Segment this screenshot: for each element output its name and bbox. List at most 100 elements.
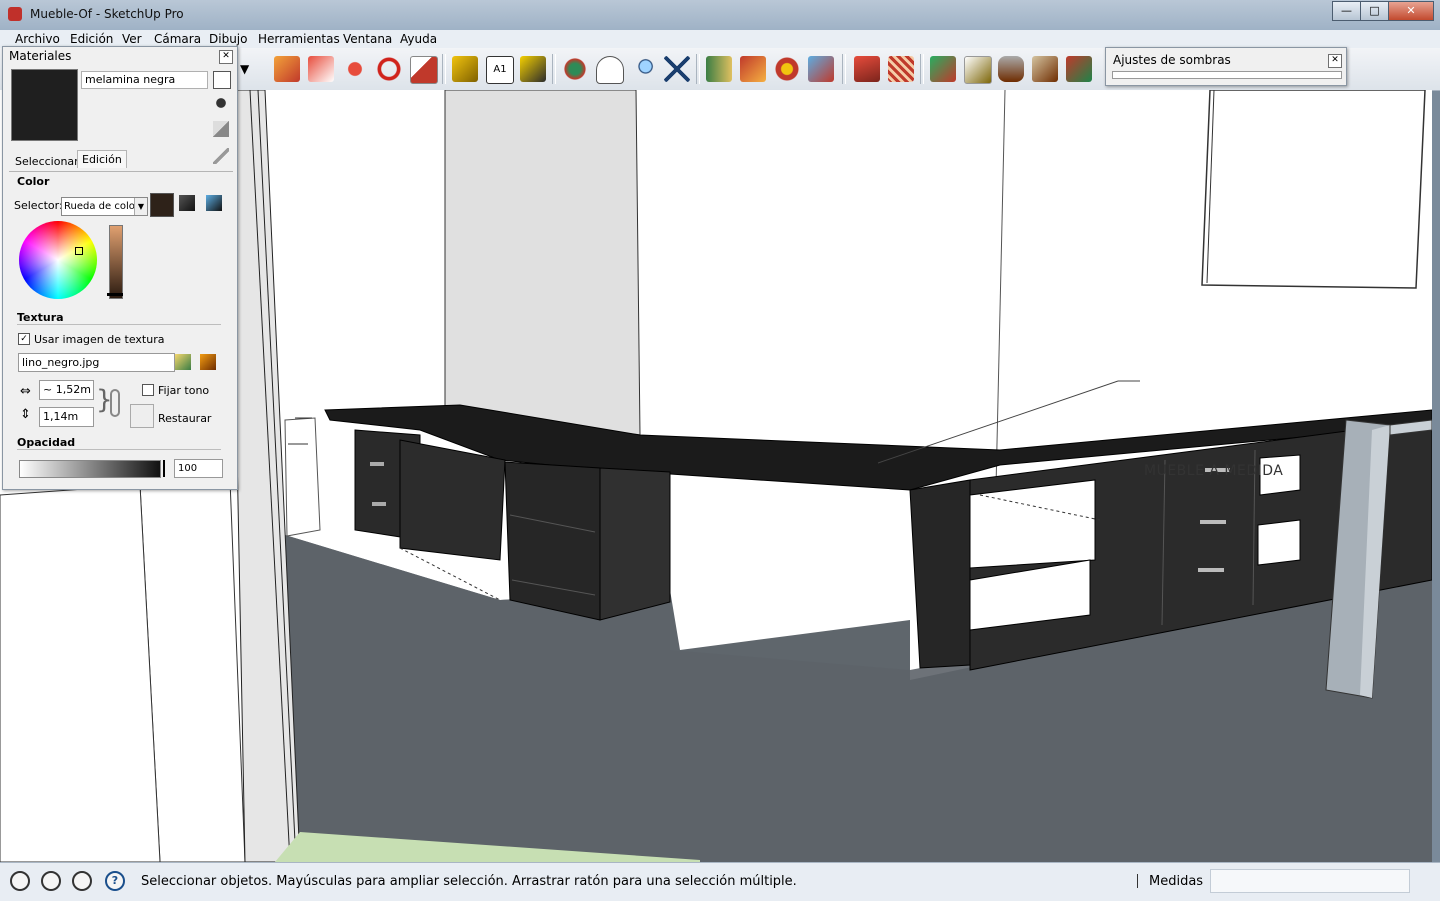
color-wheel-marker[interactable] bbox=[75, 247, 83, 255]
match-color-screen-icon[interactable] bbox=[206, 195, 222, 211]
smoove-icon[interactable] bbox=[930, 56, 956, 82]
sandbox-from-contours-icon[interactable] bbox=[854, 56, 880, 82]
chain-link-icon[interactable] bbox=[110, 389, 120, 417]
map-icon[interactable] bbox=[706, 56, 732, 82]
sketchup-logo-icon bbox=[8, 7, 22, 21]
divider bbox=[17, 449, 221, 450]
opacity-slider-handle[interactable] bbox=[163, 460, 165, 477]
texture-file-input[interactable]: lino_negro.jpg bbox=[18, 353, 175, 372]
brightness-slider[interactable] bbox=[109, 225, 123, 299]
dropdown-arrow-icon[interactable]: ▼ bbox=[240, 56, 256, 82]
credits-icon[interactable] bbox=[41, 871, 61, 891]
tape-measure-icon[interactable] bbox=[452, 56, 478, 82]
menu-ventana[interactable]: Ventana bbox=[343, 32, 392, 46]
fix-hue-label: Fijar tono bbox=[158, 384, 210, 397]
show-secondary-pane-icon[interactable] bbox=[213, 71, 231, 89]
scale-icon[interactable] bbox=[410, 56, 438, 84]
material-name-input[interactable]: melamina negra bbox=[81, 71, 208, 89]
follow-me-icon[interactable] bbox=[308, 56, 334, 82]
width-arrows-icon: ⇔ bbox=[20, 384, 31, 399]
brightness-slider-handle[interactable] bbox=[107, 293, 123, 296]
materials-panel: Materiales ✕ melamina negra Seleccionar … bbox=[2, 46, 238, 490]
minimize-button[interactable]: — bbox=[1332, 1, 1361, 21]
toolbar-separator bbox=[920, 54, 924, 84]
text-icon[interactable]: A1 bbox=[486, 56, 514, 84]
edit-texture-icon[interactable] bbox=[200, 354, 216, 370]
color-selector-dropdown[interactable]: Rueda de color ▼ bbox=[61, 197, 148, 216]
color-section-label: Color bbox=[17, 175, 50, 188]
shadow-panel-title: Ajustes de sombras bbox=[1113, 53, 1231, 67]
status-message: Seleccionar objetos. Mayúsculas para amp… bbox=[141, 874, 797, 889]
menu-archivo[interactable]: Archivo bbox=[15, 32, 60, 46]
tab-edicion[interactable]: Edición bbox=[77, 150, 127, 168]
opacity-slider[interactable] bbox=[19, 460, 161, 478]
texture-width-input[interactable]: ~ 1,52m bbox=[39, 380, 94, 400]
push-pull-icon[interactable] bbox=[274, 56, 300, 82]
annotation-label: MUEBLE A MEDIDA bbox=[1144, 463, 1284, 479]
materials-tabs: Seleccionar Edición bbox=[9, 149, 233, 172]
title-bar: Mueble-Of - SketchUp Pro — □ ✕ bbox=[0, 0, 1440, 30]
measurements-input[interactable] bbox=[1210, 869, 1410, 893]
paint-bucket-icon[interactable] bbox=[520, 56, 546, 82]
toolbar-separator bbox=[696, 54, 700, 84]
stamp-icon[interactable] bbox=[964, 56, 992, 84]
materials-close-button[interactable]: ✕ bbox=[219, 50, 233, 64]
rotate-icon[interactable] bbox=[376, 56, 402, 82]
measurements-label: Medidas bbox=[1149, 874, 1204, 889]
menu-ver[interactable]: Ver bbox=[122, 32, 142, 46]
color-selector-value: Rueda de color bbox=[64, 201, 139, 212]
height-arrows-icon: ⇕ bbox=[20, 407, 31, 422]
create-material-icon[interactable] bbox=[213, 95, 229, 111]
orbit-icon[interactable] bbox=[562, 56, 588, 82]
divider bbox=[17, 324, 221, 325]
current-color-chip[interactable] bbox=[150, 193, 174, 217]
zoom-icon[interactable] bbox=[630, 56, 656, 82]
menu-ayuda[interactable]: Ayuda bbox=[400, 32, 437, 46]
add-detail-icon[interactable] bbox=[1032, 56, 1058, 82]
shadow-close-button[interactable]: ✕ bbox=[1328, 54, 1342, 68]
restore-button[interactable] bbox=[130, 404, 154, 428]
color-wheel[interactable] bbox=[19, 221, 97, 299]
shadow-settings-panel: Ajustes de sombras ✕ bbox=[1105, 47, 1347, 86]
opacity-input[interactable]: 100 bbox=[174, 459, 223, 478]
status-bar: ? Seleccionar objetos. Mayúsculas para a… bbox=[0, 862, 1440, 901]
export-icon[interactable] bbox=[808, 56, 834, 82]
help-icon[interactable]: ? bbox=[105, 871, 125, 891]
tab-seleccionar[interactable]: Seleccionar bbox=[11, 153, 83, 170]
geo-location-icon[interactable] bbox=[10, 871, 30, 891]
match-color-model-icon[interactable] bbox=[179, 195, 195, 211]
user-icon[interactable] bbox=[72, 871, 92, 891]
shadow-panel-bar bbox=[1112, 71, 1342, 79]
maximize-button[interactable]: □ bbox=[1360, 1, 1389, 21]
texture-section-label: Textura bbox=[17, 311, 64, 324]
use-texture-checkbox[interactable]: ✓ bbox=[18, 333, 30, 345]
toolbar-separator bbox=[442, 54, 446, 84]
use-texture-label: Usar imagen de textura bbox=[34, 333, 165, 346]
close-button[interactable]: ✕ bbox=[1388, 1, 1434, 21]
move-icon[interactable] bbox=[342, 56, 368, 82]
flip-edge-icon[interactable] bbox=[1066, 56, 1092, 82]
menu-edicion[interactable]: Edición bbox=[70, 32, 113, 46]
window-title: Mueble-Of - SketchUp Pro bbox=[30, 7, 184, 21]
default-material-icon[interactable] bbox=[213, 121, 229, 137]
drape-icon[interactable] bbox=[998, 56, 1024, 82]
menu-camara[interactable]: Cámara bbox=[154, 32, 201, 46]
menu-dibujo[interactable]: Dibujo bbox=[209, 32, 247, 46]
opacity-section-label: Opacidad bbox=[17, 436, 76, 449]
camera-icon[interactable] bbox=[774, 56, 800, 82]
material-swatch[interactable] bbox=[11, 69, 78, 141]
zoom-extents-icon[interactable] bbox=[664, 56, 690, 82]
pan-icon[interactable] bbox=[596, 56, 624, 84]
texture-height-input[interactable]: 1,14m bbox=[39, 407, 94, 427]
toolbar-separator bbox=[552, 54, 556, 84]
section-plane-icon[interactable] bbox=[740, 56, 766, 82]
menu-herramientas[interactable]: Herramientas bbox=[258, 32, 340, 46]
chevron-down-icon: ▼ bbox=[134, 198, 147, 215]
status-separator bbox=[1137, 874, 1138, 888]
materials-panel-title: Materiales bbox=[9, 49, 72, 63]
sandbox-grid-icon[interactable] bbox=[888, 56, 914, 82]
selector-label: Selector: bbox=[14, 199, 63, 212]
browse-folder-icon[interactable] bbox=[175, 354, 191, 370]
window-controls: — □ ✕ bbox=[1332, 1, 1434, 21]
fix-hue-checkbox[interactable] bbox=[142, 384, 154, 396]
